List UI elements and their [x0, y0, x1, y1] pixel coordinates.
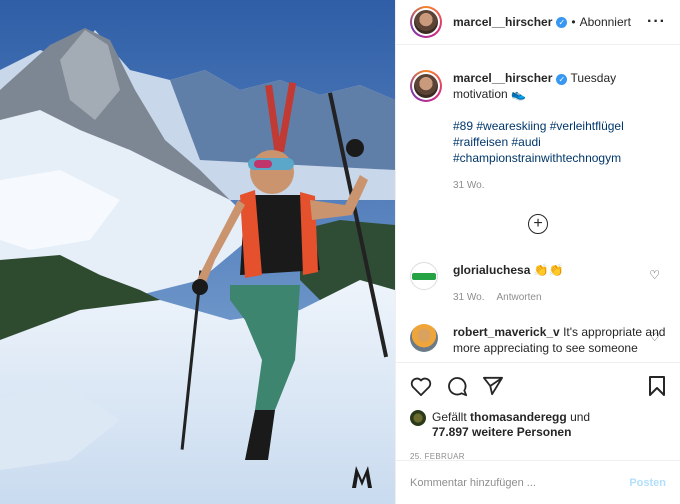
- post-comment-button[interactable]: Posten: [629, 477, 666, 489]
- commenter-avatar[interactable]: [410, 324, 438, 352]
- caption-time[interactable]: 31 Wo.: [453, 178, 666, 194]
- comment-time[interactable]: 31 Wo.: [453, 292, 485, 303]
- likes-count[interactable]: 77.897 weitere Personen: [432, 425, 571, 439]
- likes-connector: und: [570, 410, 591, 424]
- comment-bubble-icon[interactable]: [446, 375, 468, 397]
- comment-username[interactable]: glorialuchesa: [453, 263, 530, 277]
- reply-button[interactable]: Antworten: [497, 292, 542, 303]
- commenter-avatar[interactable]: [410, 262, 438, 290]
- like-comment-icon[interactable]: ♡: [649, 268, 660, 282]
- like-comment-icon[interactable]: ♡: [649, 330, 660, 344]
- caption-avatar[interactable]: [410, 70, 442, 102]
- comment-item: glorialuchesa 👏👏 31 Wo. Antworten ♡: [396, 262, 680, 306]
- comment-username[interactable]: robert_maverick_v: [453, 325, 560, 339]
- likes-summary: Gefällt thomasanderegg und 77.897 weiter…: [410, 410, 666, 440]
- share-send-icon[interactable]: [482, 376, 504, 396]
- post-actions: Gefällt thomasanderegg und 77.897 weiter…: [396, 362, 680, 461]
- comment-text: 👏👏: [533, 263, 564, 277]
- caption: marcel__hirscher ✓ Tuesday motivation 👟 #…: [396, 70, 680, 194]
- caption-username[interactable]: marcel__hirscher: [453, 71, 552, 85]
- comment-form: Posten: [396, 460, 680, 504]
- verified-badge-icon: ✓: [556, 74, 568, 85]
- verified-badge-icon: ✓: [556, 16, 568, 28]
- author-avatar[interactable]: [410, 6, 442, 38]
- caption-hashtags[interactable]: #89 #weareskiing #verleihtflügel #raiffe…: [453, 118, 666, 166]
- post-photo[interactable]: [0, 0, 395, 504]
- skier-photo: [0, 0, 395, 504]
- author-username[interactable]: marcel__hirscher: [453, 15, 552, 29]
- post-header: marcel__hirscher ✓ • Abonniert ···: [396, 0, 680, 45]
- comments-list[interactable]: marcel__hirscher ✓ Tuesday motivation 👟 #…: [396, 56, 680, 361]
- post-side-panel: marcel__hirscher ✓ • Abonniert ··· marce…: [395, 0, 680, 504]
- liker-avatar[interactable]: [410, 410, 426, 426]
- comment-item: robert_maverick_v It's appropriate and m…: [396, 324, 680, 356]
- comment-input[interactable]: [410, 476, 630, 489]
- likes-prefix: Gefällt: [432, 410, 467, 424]
- separator-dot: •: [571, 15, 576, 29]
- save-bookmark-icon[interactable]: [648, 375, 666, 397]
- liker-username[interactable]: thomasanderegg: [470, 410, 567, 424]
- like-heart-icon[interactable]: [410, 376, 432, 396]
- load-more-comments-icon[interactable]: +: [528, 214, 548, 234]
- follow-status-button[interactable]: Abonniert: [580, 15, 631, 29]
- more-options-icon[interactable]: ···: [647, 13, 666, 31]
